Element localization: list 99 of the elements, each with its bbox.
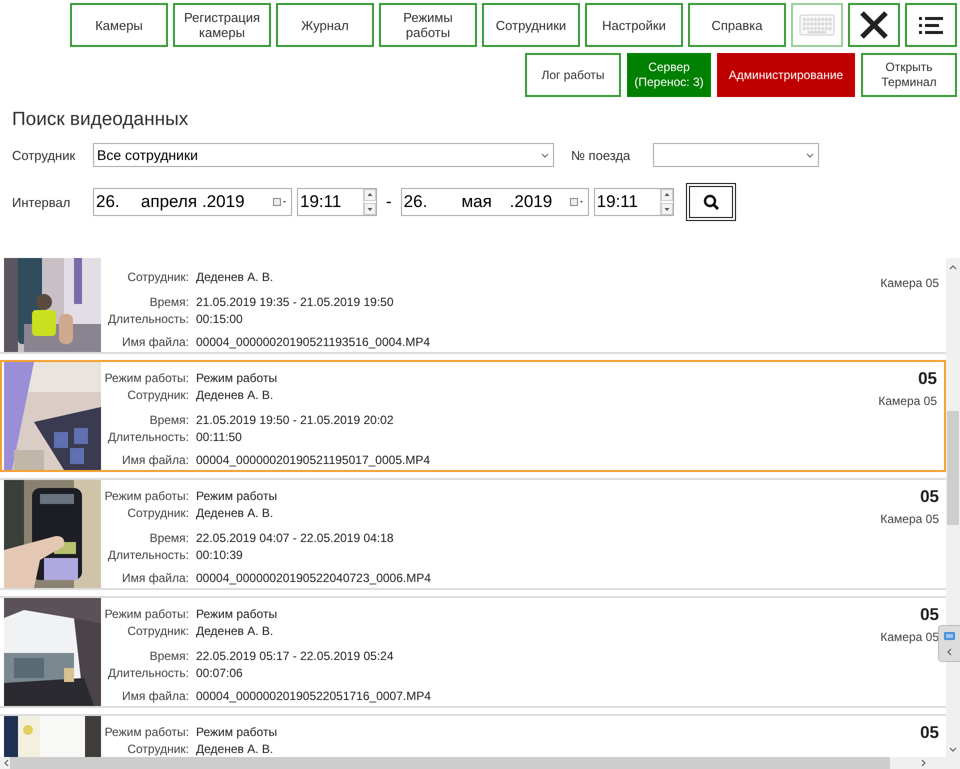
camera-name: Камера 05 [880, 630, 939, 644]
field-value: Режим работы [196, 606, 278, 620]
spin-down-icon[interactable] [660, 203, 673, 215]
keyboard-icon [799, 14, 835, 36]
action-button[interactable]: Лог работы [525, 53, 621, 97]
employee-dropdown[interactable]: Все сотрудники [93, 143, 554, 167]
video-record[interactable]: Сотрудник: Деденев А. В. Время: 21.05.2019 19:35 - 21.05.2019 19:50 Длительность: 00:15:00 Имя файла: 00004_00000020190521193516_0004.MP4 Камера 05 [0, 258, 946, 354]
camera-name: Камера 05 [880, 512, 939, 526]
field-value: 00:15:00 [196, 312, 244, 326]
field-label: Сотрудник: [126, 270, 189, 284]
chevron-down-icon [806, 152, 814, 158]
field-label: Длительность: [106, 312, 189, 326]
field-value: Деденев А. В. [196, 624, 274, 638]
time-field[interactable]: 19:11 [594, 188, 674, 216]
chevron-down-icon [541, 152, 549, 158]
scroll-up-icon[interactable] [949, 264, 957, 271]
toolbar-button[interactable]: Справка [688, 3, 786, 47]
field-label: № поезда [571, 148, 632, 162]
field-label: Режим работы: [104, 606, 189, 620]
camera-name: Камера 05 [880, 276, 939, 290]
field-label: Сотрудник: [126, 388, 189, 402]
field-value: Режим работы [196, 488, 278, 502]
field-label: Имя файла: [121, 334, 189, 348]
search-button[interactable] [686, 183, 736, 221]
window-icon [943, 631, 956, 642]
calendar-icon [570, 197, 584, 207]
time-field[interactable]: 19:11 [297, 188, 377, 216]
action-button[interactable]: Администрирование [717, 53, 855, 97]
spin-up-icon[interactable] [660, 189, 673, 201]
field-label: Сотрудник [12, 148, 76, 162]
field-label: Сотрудник: [126, 506, 189, 520]
range-separator: - [386, 192, 392, 212]
chevron-left-icon [946, 648, 953, 656]
field-label: Длительность: [106, 430, 189, 444]
field-label: Время: [148, 530, 189, 544]
spin-down-icon[interactable] [364, 203, 376, 215]
field-label: Длительность: [106, 548, 189, 562]
toolbar-button[interactable]: Режимы работы [379, 3, 477, 47]
close-icon [858, 9, 890, 41]
field-value: 00004_00000020190522051716_0007.MP4 [196, 688, 431, 702]
camera-name: Камера 05 [878, 394, 937, 408]
scroll-down-icon[interactable] [949, 746, 957, 753]
field-value: 00004_00000020190521195017_0005.MP4 [196, 452, 430, 466]
search-icon [702, 194, 719, 210]
field-value: 22.05.2019 04:07 - 22.05.2019 04:18 [196, 530, 395, 544]
field-value: Режим работы [196, 724, 278, 738]
video-record[interactable]: Режим работы: Режим работы Сотрудник: Деденев А. В. Время: 22.05.2019 04:07 - 22.05.2019 04:18 Длительность: 00:10:39 Имя файла: 00004_00000020190522040723_0006.MP4 05 Камера 05 [0, 478, 946, 590]
train-number: 05 [920, 487, 939, 507]
close-button[interactable] [848, 3, 900, 47]
field-label: Режим работы: [104, 488, 189, 502]
scroll-right-icon[interactable] [920, 759, 927, 767]
field-label: Время: [148, 294, 189, 308]
field-value: 22.05.2019 05:17 - 22.05.2019 05:24 [196, 648, 395, 662]
field-label: Сотрудник: [126, 624, 189, 638]
field-label: Сотрудник: [126, 742, 189, 756]
video-record[interactable]: Режим работы: Режим работы Сотрудник: Деденев А. В. Время: 21.05.2019 19:50 - 21.05.2019 20:02 Длительность: 00:11:50 Имя файла: 00004_00000020190521195017_0005.MP4 05 Камера 05 [0, 360, 946, 472]
calendar-icon [273, 197, 287, 207]
train-number: 05 [918, 369, 937, 389]
toolbar-button[interactable]: Регистрация камеры [173, 3, 271, 47]
page-title: Поиск видеоданных [12, 109, 188, 131]
field-value: 00:11:50 [196, 430, 243, 444]
field-value: 00004_00000020190522040723_0006.MP4 [196, 570, 431, 584]
menu-icon [919, 16, 943, 34]
toolbar-button[interactable]: Журнал [276, 3, 374, 47]
field-value: Деденев А. В. [196, 270, 274, 284]
date-field[interactable]: 26. апреля .2019 [93, 188, 292, 216]
video-record[interactable]: Режим работы: Режим работы Сотрудник: Деденев А. В. 05 [0, 714, 946, 757]
field-value: Деденев А. В. [196, 742, 274, 756]
field-value: Деденев А. В. [196, 506, 274, 520]
toolbar-button[interactable]: Сотрудники [482, 3, 580, 47]
action-button[interactable]: Сервер (Перенос: 3) [627, 53, 711, 97]
video-record[interactable]: Режим работы: Режим работы Сотрудник: Деденев А. В. Время: 22.05.2019 05:17 - 22.05.2019 05:24 Длительность: 00:07:06 Имя файла: 00004_00000020190522051716_0007.MP4 05 Камера 05 [0, 596, 946, 708]
toolbar-button[interactable]: Камеры [70, 3, 168, 47]
field-value: 00:07:06 [196, 666, 244, 680]
field-label: Режим работы: [104, 724, 189, 738]
field-value: 21.05.2019 19:50 - 21.05.2019 20:02 [196, 412, 395, 426]
field-label: Время: [148, 412, 189, 426]
field-label: Интервал [12, 194, 72, 210]
field-value: Деденев А. В. [196, 388, 274, 402]
scrollbar-thumb[interactable] [947, 411, 959, 525]
menu-button[interactable] [905, 3, 957, 47]
field-value: 21.05.2019 19:35 - 21.05.2019 19:50 [196, 294, 395, 308]
train-number: 05 [920, 723, 939, 743]
spin-up-icon[interactable] [364, 189, 376, 201]
toolbar-button[interactable]: Настройки [585, 3, 683, 47]
field-label: Имя файла: [121, 452, 189, 466]
field-label: Имя файла: [121, 570, 189, 584]
field-value: 00:10:39 [196, 548, 244, 562]
field-value: Режим работы [196, 370, 278, 384]
field-value: 00004_00000020190521193516_0004.MP4 [196, 334, 430, 348]
date-field[interactable]: 26. мая .2019 [400, 188, 589, 216]
train-number: 05 [920, 605, 939, 625]
action-button[interactable]: Открыть Терминал [861, 53, 957, 97]
field-label: Имя файла: [121, 688, 189, 702]
field-label: Режим работы: [104, 370, 189, 384]
scroll-left-icon[interactable] [3, 759, 10, 767]
field-label: Длительность: [106, 666, 189, 680]
scrollbar-thumb[interactable] [10, 757, 890, 769]
field-label: Время: [148, 648, 189, 662]
